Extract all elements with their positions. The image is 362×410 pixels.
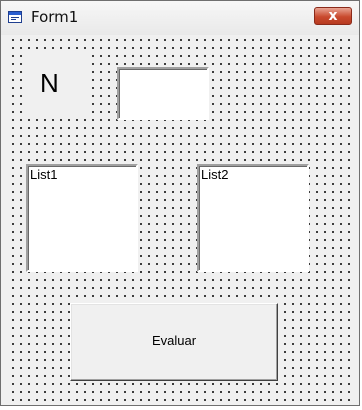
list-item[interactable]: List2 <box>201 167 228 182</box>
close-button[interactable]: x <box>314 7 352 25</box>
list-item[interactable]: List1 <box>30 167 57 182</box>
window-title: Form1 <box>31 8 79 26</box>
evaluar-button-label: Evaluar <box>151 333 197 348</box>
label-n: N <box>40 68 59 98</box>
close-icon: x <box>328 8 338 24</box>
form1-window: Form1 x N List1 List2 Evaluar <box>0 0 360 406</box>
form-design-surface: N List1 List2 Evaluar <box>8 35 354 401</box>
title-bar[interactable]: Form1 x <box>1 1 359 35</box>
list1-listbox[interactable]: List1 <box>26 164 138 272</box>
evaluar-button[interactable]: Evaluar <box>70 303 278 381</box>
list2-listbox[interactable]: List2 <box>197 164 309 272</box>
n-input[interactable] <box>117 67 209 120</box>
form-window-icon <box>8 11 22 23</box>
label-n-container: N <box>27 54 91 114</box>
